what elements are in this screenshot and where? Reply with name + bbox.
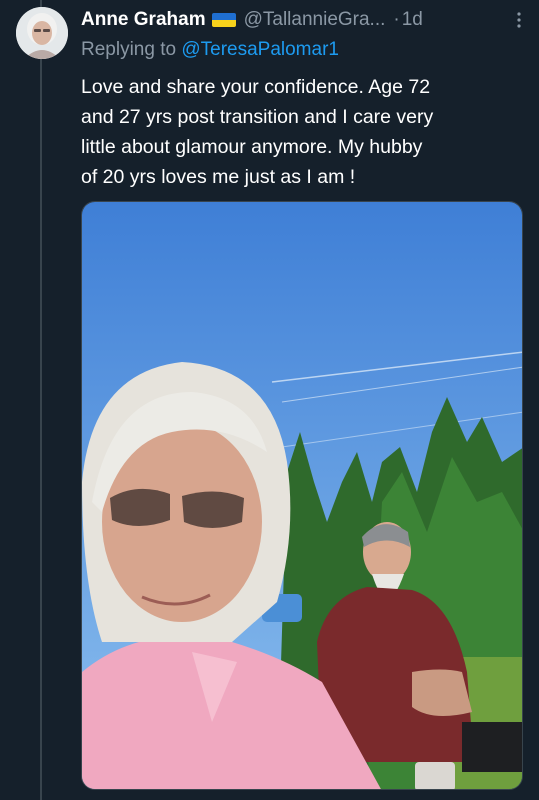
tweet-text-line: and 27 yrs post transition and I care ve… — [81, 106, 434, 128]
timestamp[interactable]: 1d — [402, 9, 423, 31]
thread-connector-line — [40, 0, 42, 800]
reply-context: Replying to @TeresaPalomar1 — [81, 39, 339, 61]
display-name[interactable]: Anne Graham — [81, 9, 206, 31]
tweet-photo[interactable] — [81, 201, 523, 790]
ukraine-flag-icon — [211, 13, 236, 27]
reply-to-link[interactable]: @TeresaPalomar1 — [181, 39, 339, 60]
more-options-icon[interactable] — [512, 10, 526, 30]
tweet-header: Anne Graham @TallannieGra... · 1d — [81, 7, 526, 33]
tweet-text-line: little about glamour anymore. My hubby — [81, 136, 423, 158]
tweet-text: Love and share your confidence. Age 72 a… — [81, 72, 526, 192]
separator-dot: · — [393, 9, 400, 30]
avatar[interactable] — [16, 7, 68, 59]
tweet-text-line: of 20 yrs loves me just as I am ! — [81, 166, 356, 188]
user-handle[interactable]: @TallannieGra... — [244, 9, 386, 31]
tweet-text-line: Love and share your confidence. Age 72 — [81, 76, 431, 98]
avatar-image — [16, 7, 68, 59]
reply-prefix: Replying to — [81, 39, 177, 60]
photo-image — [82, 202, 522, 789]
